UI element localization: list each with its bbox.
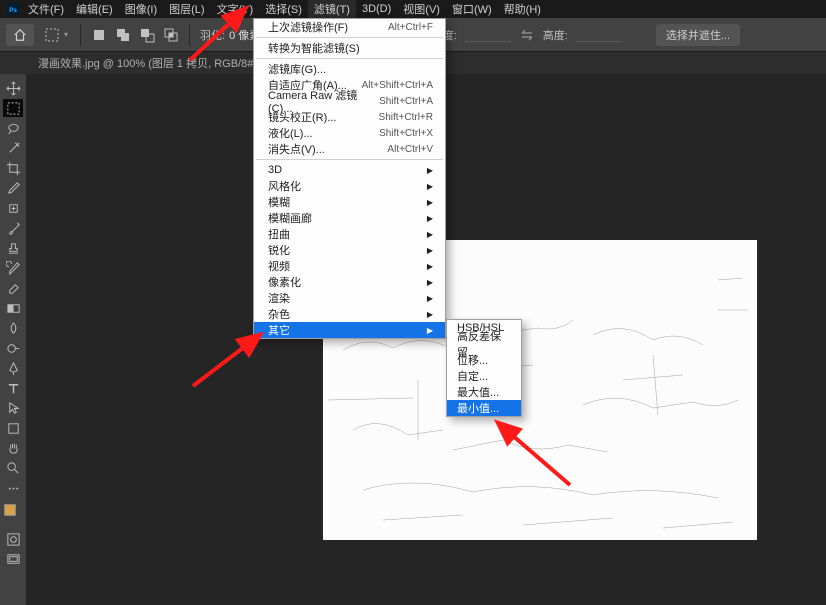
other-submenu-item[interactable]: 高反差保留... [447, 336, 521, 352]
more-tools[interactable] [3, 479, 23, 497]
dodge-tool[interactable] [3, 339, 23, 357]
height-input[interactable] [576, 28, 622, 42]
home-button[interactable] [6, 24, 34, 46]
hand-tool[interactable] [3, 439, 23, 457]
lasso-tool[interactable] [3, 119, 23, 137]
selection-subtract-icon[interactable] [137, 25, 157, 45]
marquee-tool-icon[interactable] [42, 25, 62, 45]
filter-menu-item[interactable]: 3D▶ [254, 162, 445, 178]
menu-view[interactable]: 视图(V) [397, 0, 446, 19]
document-tab[interactable]: 漫画效果.jpg @ 100% (图层 1 拷贝, RGB/8#) * × [28, 52, 287, 74]
filter-menu-item[interactable]: 滤镜库(G)... [254, 61, 445, 77]
filter-menu-item[interactable]: 杂色▶ [254, 306, 445, 322]
document-tab-title: 漫画效果.jpg @ 100% (图层 1 拷贝, RGB/8#) * [38, 55, 264, 71]
height-label: 高度: [543, 27, 568, 43]
history-brush-tool[interactable] [3, 259, 23, 277]
menu-type[interactable]: 文字(Y) [211, 0, 260, 19]
filter-menu-item[interactable]: 锐化▶ [254, 242, 445, 258]
menu-layer[interactable]: 图层(L) [163, 0, 210, 19]
color-swatch[interactable] [4, 504, 22, 522]
path-select-tool[interactable] [3, 399, 23, 417]
width-input[interactable] [465, 28, 511, 42]
other-submenu-item[interactable]: 最大值... [447, 384, 521, 400]
crop-tool[interactable] [3, 159, 23, 177]
feather-label: 羽化: [200, 27, 225, 43]
selection-add-icon[interactable] [113, 25, 133, 45]
eyedropper-tool[interactable] [3, 179, 23, 197]
pen-tool[interactable] [3, 359, 23, 377]
app-logo-icon: Ps [4, 2, 22, 16]
menu-bar: Ps 文件(F) 编辑(E) 图像(I) 图层(L) 文字(Y) 选择(S) 滤… [0, 0, 826, 18]
menu-edit[interactable]: 编辑(E) [70, 0, 119, 19]
filter-menu-item[interactable]: 渲染▶ [254, 290, 445, 306]
tool-column [0, 74, 26, 605]
filter-dropdown-menu: 上次滤镜操作(F)Alt+Ctrl+F转换为智能滤镜(S)滤镜库(G)...自适… [253, 18, 446, 339]
menu-3d[interactable]: 3D(D) [356, 1, 397, 17]
healing-tool[interactable] [3, 199, 23, 217]
shape-tool[interactable] [3, 419, 23, 437]
selection-new-icon[interactable] [89, 25, 109, 45]
filter-menu-item[interactable]: 风格化▶ [254, 178, 445, 194]
filter-menu-item[interactable]: 视频▶ [254, 258, 445, 274]
move-tool[interactable] [3, 79, 23, 97]
menu-filter[interactable]: 滤镜(T) [308, 0, 356, 19]
marquee-tool[interactable] [3, 99, 23, 117]
type-tool[interactable] [3, 379, 23, 397]
filter-menu-item[interactable]: 其它▶ [254, 322, 445, 338]
wand-tool[interactable] [3, 139, 23, 157]
swap-wh-icon[interactable] [517, 25, 537, 45]
menu-select[interactable]: 选择(S) [259, 0, 308, 19]
filter-menu-item[interactable]: 模糊画廊▶ [254, 210, 445, 226]
menu-image[interactable]: 图像(I) [119, 0, 163, 19]
other-submenu: HSB/HSL高反差保留...位移...自定...最大值...最小值... [446, 319, 522, 417]
other-submenu-item[interactable]: 自定... [447, 368, 521, 384]
menu-file[interactable]: 文件(F) [22, 0, 70, 19]
blur-tool[interactable] [3, 319, 23, 337]
filter-menu-item[interactable]: 消失点(V)...Alt+Ctrl+V [254, 141, 445, 157]
zoom-tool[interactable] [3, 459, 23, 477]
select-and-mask-button[interactable]: 选择并遮住... [656, 24, 740, 46]
filter-menu-item[interactable]: 模糊▶ [254, 194, 445, 210]
filter-menu-item[interactable]: 上次滤镜操作(F)Alt+Ctrl+F [254, 19, 445, 35]
brush-tool[interactable] [3, 219, 23, 237]
other-submenu-item[interactable]: 最小值... [447, 400, 521, 416]
menu-window[interactable]: 窗口(W) [446, 0, 498, 19]
gradient-tool[interactable] [3, 299, 23, 317]
menu-help[interactable]: 帮助(H) [498, 0, 547, 19]
filter-menu-item[interactable]: Camera Raw 滤镜(C)...Shift+Ctrl+A [254, 93, 445, 109]
eraser-tool[interactable] [3, 279, 23, 297]
quick-mask-icon[interactable] [3, 530, 23, 548]
stamp-tool[interactable] [3, 239, 23, 257]
filter-menu-item[interactable]: 转换为智能滤镜(S) [254, 40, 445, 56]
svg-text:Ps: Ps [9, 7, 17, 14]
selection-intersect-icon[interactable] [161, 25, 181, 45]
filter-menu-item[interactable]: 像素化▶ [254, 274, 445, 290]
filter-menu-item[interactable]: 扭曲▶ [254, 226, 445, 242]
filter-menu-item[interactable]: 液化(L)...Shift+Ctrl+X [254, 125, 445, 141]
screen-mode-icon[interactable] [3, 550, 23, 568]
